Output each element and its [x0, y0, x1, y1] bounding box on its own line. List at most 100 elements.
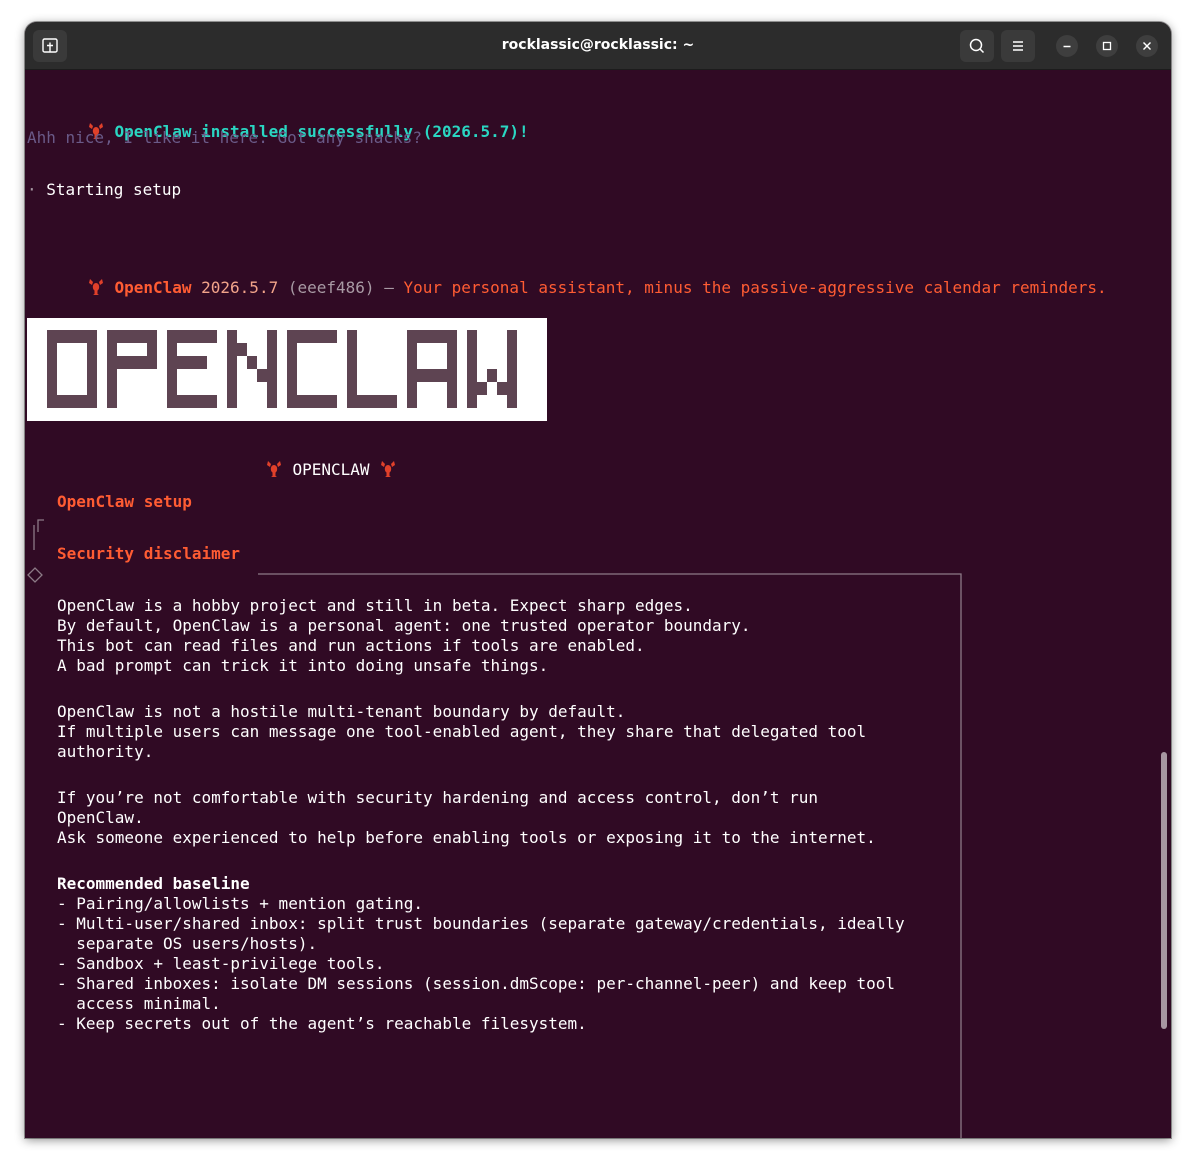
banner-pixel-block	[447, 330, 457, 343]
banner-pixel-block	[447, 395, 457, 408]
banner-pixel-block	[47, 395, 57, 408]
caption-text: OPENCLAW	[292, 460, 370, 479]
setup-frame-corner	[37, 519, 44, 532]
baseline-title: Recommended baseline	[57, 874, 250, 893]
starting-text: Starting setup	[46, 180, 182, 199]
banner-pixel-block	[67, 330, 77, 343]
banner-pixel-block	[427, 369, 437, 382]
banner-pixel-block	[197, 356, 207, 369]
banner-pixel-block	[387, 395, 397, 408]
banner-pixel-block	[267, 395, 277, 408]
starting-line: · Starting setup	[27, 180, 181, 200]
close-icon	[1143, 42, 1151, 50]
baseline-line: - Keep secrets out of the agent’s reacha…	[57, 1014, 587, 1033]
banner-pixel-block	[197, 330, 207, 343]
disclaimer-line	[57, 762, 905, 788]
close-button[interactable]	[1136, 35, 1158, 57]
banner-pixel-block	[47, 356, 57, 369]
scrollbar-thumb[interactable]	[1161, 752, 1167, 1029]
banner-pixel-block	[117, 356, 127, 369]
search-icon	[969, 38, 985, 54]
app-name: OpenClaw	[114, 278, 192, 297]
banner-pixel-block	[167, 395, 177, 408]
banner-pixel-block	[127, 330, 137, 343]
disclaimer-title: Security disclaimer	[57, 544, 241, 563]
tagline: Your personal assistant, minus the passi…	[403, 278, 1107, 297]
banner-pixel-block	[207, 330, 217, 343]
bullet-marker: ·	[27, 180, 37, 199]
banner-pixel-block	[367, 395, 377, 408]
banner-pixel-block	[377, 395, 387, 408]
lobster-icon	[88, 279, 103, 295]
banner-pixel-block	[87, 395, 97, 408]
banner-pixel-block	[257, 369, 267, 382]
banner-pixel-block	[107, 343, 117, 356]
banner-pixel-block	[167, 369, 177, 382]
disclaimer-line: By default, OpenClaw is a personal agent…	[57, 616, 751, 635]
banner-pixel-block	[347, 330, 357, 343]
banner-pixel-block	[207, 395, 217, 408]
disclaimer-line: Ask someone experienced to help before e…	[57, 828, 876, 847]
disclaimer-line: OpenClaw.	[57, 808, 144, 827]
banner-logo-graphic	[47, 330, 517, 408]
banner-pixel-block	[267, 330, 277, 343]
banner-pixel-block	[47, 382, 57, 395]
banner-pixel-block	[327, 395, 337, 408]
banner-pixel-block	[467, 343, 477, 356]
em-dash: —	[384, 278, 394, 297]
banner-pixel-block	[167, 356, 177, 369]
banner-pixel-block	[197, 395, 207, 408]
banner-pixel-block	[187, 395, 197, 408]
banner-pixel-block	[447, 356, 457, 369]
banner-pixel-block	[507, 395, 517, 408]
baseline-line: - Pairing/allowlists + mention gating.	[57, 894, 424, 913]
banner-pixel-block	[167, 343, 177, 356]
disclaimer-body: OpenClaw is a hobby project and still in…	[57, 596, 905, 1034]
banner-pixel-block	[167, 382, 177, 395]
banner-pixel-block	[437, 369, 447, 382]
banner-pixel-block	[57, 330, 67, 343]
banner-pixel-block	[137, 356, 147, 369]
disclaimer-line: If you’re not comfortable with security …	[57, 788, 818, 807]
banner-pixel-block	[407, 382, 417, 395]
banner-pixel-block	[287, 356, 297, 369]
banner-pixel-block	[467, 369, 477, 382]
banner-pixel-block	[227, 343, 237, 356]
banner-pixel-block	[167, 330, 177, 343]
banner-pixel-block	[407, 330, 417, 343]
banner-pixel-block	[317, 330, 327, 343]
banner-pixel-block	[287, 330, 297, 343]
minimize-button[interactable]	[1056, 35, 1078, 57]
banner-pixel-block	[47, 343, 57, 356]
banner-pixel-block	[287, 369, 297, 382]
banner-pixel-block	[177, 356, 187, 369]
banner-pixel-block	[347, 395, 357, 408]
search-button[interactable]	[960, 30, 994, 62]
banner-pixel-block	[87, 330, 97, 343]
quip-text: Ahh nice, I like it here. Got any snacks…	[27, 128, 422, 147]
banner-pixel-block	[507, 356, 517, 369]
banner-pixel-block	[407, 395, 417, 408]
menu-button[interactable]	[1001, 30, 1035, 62]
banner-pixel-block	[227, 330, 237, 343]
disclaimer-line: A bad prompt can trick it into doing uns…	[57, 656, 549, 675]
banner-pixel-block	[87, 369, 97, 382]
openclaw-ascii-banner	[27, 318, 547, 421]
banner-pixel-block	[287, 395, 297, 408]
disclaimer-line: This bot can read files and run actions …	[57, 636, 645, 655]
banner-pixel-block	[347, 343, 357, 356]
banner-pixel-block	[417, 330, 427, 343]
baseline-line: separate OS users/hosts).	[57, 934, 318, 953]
banner-pixel-block	[77, 330, 87, 343]
banner-pixel-block	[347, 382, 357, 395]
banner-pixel-block	[357, 395, 367, 408]
maximize-button[interactable]	[1096, 35, 1118, 57]
banner-pixel-block	[67, 395, 77, 408]
terminal-content[interactable]: OpenClaw installed successfully (2026.5.…	[25, 70, 1171, 1138]
banner-pixel-block	[137, 330, 147, 343]
banner-pixel-block	[177, 330, 187, 343]
banner-pixel-block	[87, 343, 97, 356]
disclaimer-line: OpenClaw is a hobby project and still in…	[57, 596, 693, 615]
banner-pixel-block	[447, 369, 457, 382]
disclaimer-line	[57, 676, 905, 702]
